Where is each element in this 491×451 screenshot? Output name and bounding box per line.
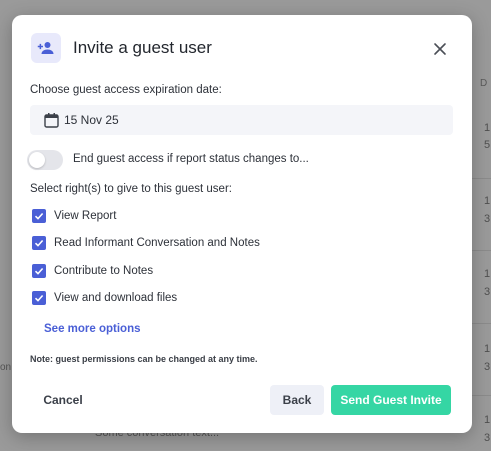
checkbox-label: Contribute to Notes [54,265,154,277]
checkbox[interactable] [32,291,46,305]
checkbox[interactable] [32,264,46,278]
right-option-view-download-files[interactable]: View and download files [32,290,177,306]
bg-value: 1 [484,195,491,207]
bg-value: 3 [484,432,491,444]
bg-value: 1 [484,343,491,355]
close-icon[interactable] [431,40,449,58]
checkbox-label: View Report [54,210,117,222]
row-divider [472,395,491,396]
back-button[interactable]: Back [270,385,324,415]
dialog-title: Invite a guest user [73,38,212,57]
checkbox[interactable] [32,209,46,223]
expiration-label: Choose guest access expiration date: [30,84,222,96]
bg-value: 3 [484,213,491,225]
expiration-date-value: 15 Nov 25 [64,113,119,127]
bg-value: 1 [484,268,491,280]
checkbox-label: View and download files [54,292,178,304]
end-access-toggle-label: End guest access if report status change… [73,153,309,165]
row-divider [472,250,491,251]
right-option-view-report[interactable]: View Report [32,208,116,224]
rights-label: Select right(s) to give to this guest us… [30,183,232,195]
checkbox-label: Read Informant Conversation and Notes [54,237,260,249]
row-divider [472,323,491,324]
calendar-icon [44,112,59,133]
see-more-options-link[interactable]: See more options [44,323,141,335]
end-access-toggle[interactable] [27,150,63,170]
send-guest-invite-button[interactable]: Send Guest Invite [331,385,451,415]
cancel-button[interactable]: Cancel [34,385,92,415]
bg-value: 3 [484,361,491,373]
person-add-icon [31,33,61,63]
column-header: D [480,78,488,89]
permissions-note: Note: guest permissions can be changed a… [30,354,258,364]
row-divider [472,178,491,179]
right-option-read-conversation[interactable]: Read Informant Conversation and Notes [32,235,260,251]
bg-text-fragment: on [0,362,12,373]
expiration-date-field[interactable]: 15 Nov 25 [30,105,453,135]
invite-guest-dialog: Invite a guest user Choose guest access … [12,15,472,433]
bg-value: 1 [484,122,491,134]
right-option-contribute-notes[interactable]: Contribute to Notes [32,263,153,279]
checkbox[interactable] [32,236,46,250]
toggle-knob [29,152,45,168]
bg-value: 3 [484,286,491,298]
bg-value: 5 [484,139,491,151]
bg-value: 1 [484,414,491,426]
